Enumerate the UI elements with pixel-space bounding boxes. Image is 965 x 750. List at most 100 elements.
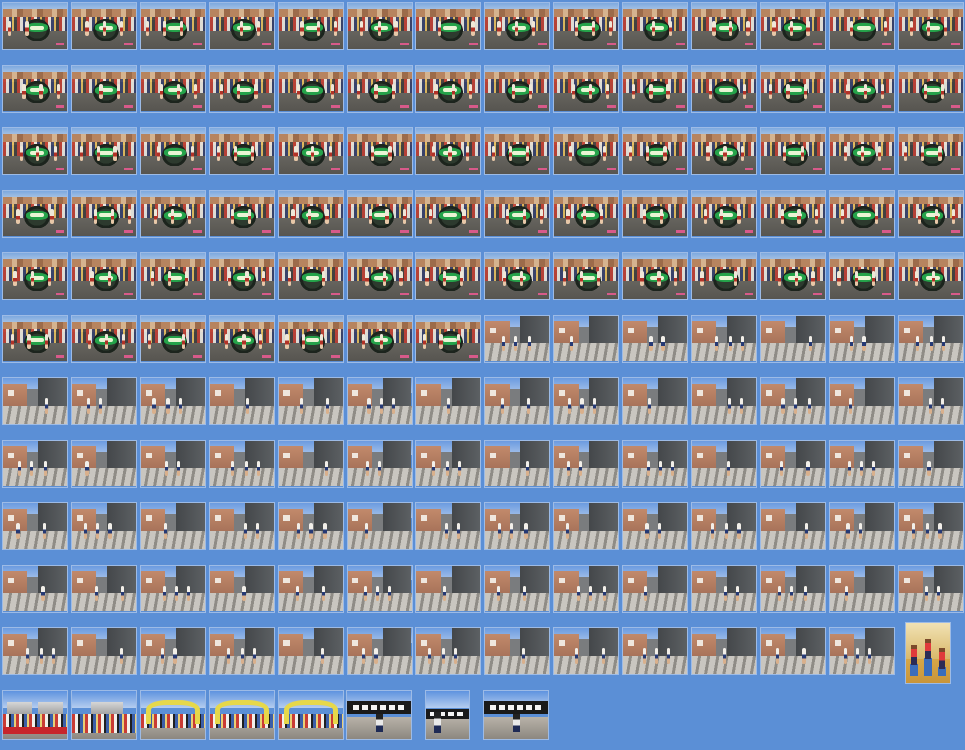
thumbnail[interactable] xyxy=(828,64,895,113)
thumbnail[interactable] xyxy=(622,314,689,363)
thumbnail[interactable] xyxy=(484,252,551,300)
thumbnail[interactable] xyxy=(553,252,620,300)
thumbnail[interactable] xyxy=(897,314,964,363)
thumbnail[interactable] xyxy=(208,314,275,363)
thumbnail[interactable] xyxy=(691,627,757,675)
thumbnail[interactable] xyxy=(346,690,412,740)
thumbnail[interactable] xyxy=(691,64,757,113)
thumbnail[interactable] xyxy=(622,189,689,238)
thumbnail[interactable] xyxy=(346,627,413,675)
thumbnail[interactable] xyxy=(140,690,206,740)
thumbnail[interactable] xyxy=(897,2,964,50)
thumbnail[interactable] xyxy=(346,314,413,363)
thumbnail[interactable] xyxy=(277,377,344,425)
thumbnail[interactable] xyxy=(759,564,826,613)
thumbnail[interactable] xyxy=(208,439,275,488)
thumbnail[interactable] xyxy=(484,127,551,175)
thumbnail[interactable] xyxy=(759,314,826,363)
thumbnail[interactable] xyxy=(415,627,482,675)
thumbnail[interactable] xyxy=(71,690,137,740)
thumbnail[interactable] xyxy=(759,2,826,50)
thumbnail[interactable] xyxy=(415,502,482,550)
thumbnail[interactable] xyxy=(897,377,964,425)
thumbnail[interactable] xyxy=(70,377,137,425)
thumbnail[interactable] xyxy=(277,564,344,613)
thumbnail[interactable] xyxy=(828,189,895,238)
thumbnail[interactable] xyxy=(759,377,826,425)
thumbnail[interactable] xyxy=(759,64,826,113)
thumbnail[interactable] xyxy=(139,502,206,550)
thumbnail[interactable] xyxy=(553,127,620,175)
thumbnail[interactable] xyxy=(484,439,551,488)
thumbnail[interactable] xyxy=(828,564,895,613)
thumbnail[interactable] xyxy=(277,314,344,363)
thumbnail[interactable] xyxy=(484,377,551,425)
thumbnail[interactable] xyxy=(691,127,757,175)
thumbnail[interactable] xyxy=(70,564,137,613)
thumbnail[interactable] xyxy=(828,2,895,50)
thumbnail[interactable] xyxy=(139,439,206,488)
thumbnail[interactable] xyxy=(277,502,344,550)
thumbnail[interactable] xyxy=(346,439,413,488)
thumbnail[interactable] xyxy=(622,377,689,425)
thumbnail[interactable] xyxy=(483,690,549,740)
thumbnail[interactable] xyxy=(897,564,964,613)
thumbnail[interactable] xyxy=(553,189,620,238)
thumbnail[interactable] xyxy=(759,627,826,675)
thumbnail[interactable] xyxy=(2,189,68,238)
thumbnail[interactable] xyxy=(691,314,757,363)
thumbnail[interactable] xyxy=(553,439,620,488)
thumbnail[interactable] xyxy=(70,64,137,113)
thumbnail[interactable] xyxy=(70,439,137,488)
thumbnail[interactable] xyxy=(415,377,482,425)
thumbnail[interactable] xyxy=(415,2,482,50)
thumbnail[interactable] xyxy=(139,377,206,425)
thumbnail[interactable] xyxy=(691,377,757,425)
thumbnail[interactable] xyxy=(277,127,344,175)
thumbnail[interactable] xyxy=(691,189,757,238)
thumbnail[interactable] xyxy=(346,252,413,300)
thumbnail[interactable] xyxy=(415,189,482,238)
thumbnail[interactable] xyxy=(484,564,551,613)
thumbnail[interactable] xyxy=(691,564,757,613)
thumbnail[interactable] xyxy=(759,439,826,488)
thumbnail[interactable] xyxy=(346,564,413,613)
thumbnail[interactable] xyxy=(277,189,344,238)
thumbnail[interactable] xyxy=(484,627,551,675)
thumbnail[interactable] xyxy=(415,439,482,488)
thumbnail[interactable] xyxy=(208,127,275,175)
thumbnail[interactable] xyxy=(759,252,826,300)
thumbnail[interactable] xyxy=(208,564,275,613)
thumbnail[interactable] xyxy=(346,127,413,175)
thumbnail[interactable] xyxy=(70,252,137,300)
thumbnail[interactable] xyxy=(208,502,275,550)
thumbnail[interactable] xyxy=(828,127,895,175)
thumbnail[interactable] xyxy=(2,64,68,113)
thumbnail[interactable] xyxy=(415,64,482,113)
thumbnail[interactable] xyxy=(139,627,206,675)
thumbnail[interactable] xyxy=(277,2,344,50)
thumbnail[interactable] xyxy=(897,189,964,238)
thumbnail[interactable] xyxy=(905,622,951,684)
thumbnail[interactable] xyxy=(208,627,275,675)
thumbnail[interactable] xyxy=(828,252,895,300)
thumbnail[interactable] xyxy=(277,439,344,488)
thumbnail[interactable] xyxy=(897,127,964,175)
thumbnail[interactable] xyxy=(2,564,68,613)
thumbnail[interactable] xyxy=(2,2,68,50)
thumbnail[interactable] xyxy=(2,439,68,488)
thumbnail[interactable] xyxy=(139,252,206,300)
thumbnail[interactable] xyxy=(139,64,206,113)
thumbnail[interactable] xyxy=(70,2,137,50)
thumbnail[interactable] xyxy=(828,502,895,550)
thumbnail[interactable] xyxy=(484,314,551,363)
thumbnail[interactable] xyxy=(346,64,413,113)
thumbnail[interactable] xyxy=(415,127,482,175)
thumbnail[interactable] xyxy=(759,502,826,550)
thumbnail[interactable] xyxy=(70,502,137,550)
thumbnail[interactable] xyxy=(208,377,275,425)
thumbnail[interactable] xyxy=(553,502,620,550)
thumbnail[interactable] xyxy=(622,64,689,113)
thumbnail[interactable] xyxy=(2,690,68,740)
thumbnail[interactable] xyxy=(622,502,689,550)
